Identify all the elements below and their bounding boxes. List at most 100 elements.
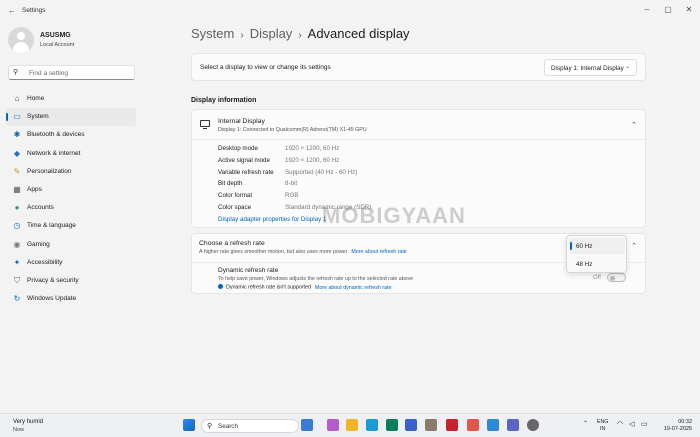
sidebar-item-accessibility[interactable]: ✦ Accessibility [6,254,136,272]
chevron-down-icon: ⌄ [624,64,630,70]
bluetooth-icon: ✱ [13,130,21,140]
sidebar-nav: ⌂ Home ▭ System ✱ Bluetooth & devices ◆ Network… [6,90,136,308]
sidebar-item-label: Apps [27,185,42,193]
settings-icon[interactable] [527,419,539,431]
sidebar-item-label: Bluetooth & devices [27,131,85,139]
dynamic-refresh-toggle[interactable] [607,273,626,282]
watermark: MOBIGYAAN [322,203,466,228]
more-about-refresh-rate-link[interactable]: More about refresh rate [351,249,406,255]
windows-update-icon: ↻ [13,294,21,304]
info-key: Color format [218,192,253,200]
refresh-option-48hz[interactable]: 48 Hz [569,256,625,272]
search-icon: ⚲ [13,69,19,76]
sidebar-item-home[interactable]: ⌂ Home [6,90,136,108]
chevron-up-icon[interactable]: ⌃ [631,121,637,129]
sidebar-item-windows-update[interactable]: ↻ Windows Update [6,290,136,308]
time-language-icon: ◷ [13,221,21,231]
search-icon: ⚲ [207,422,213,430]
breadcrumb: System › Display › Advanced display [191,26,410,41]
search-placeholder: Find a setting [29,69,69,77]
app-icon-8[interactable] [507,419,519,431]
wifi-icon[interactable]: ◠ [617,420,623,428]
sidebar-item-label: Privacy & security [27,276,79,284]
info-key: Variable refresh rate [218,168,274,176]
weather-time: Now [13,427,25,433]
taskbar-search-label: Search [218,423,238,430]
display-select-value: Display 1: Internal Display [551,64,624,72]
section-title-display-information: Display information [191,97,257,104]
info-value: 8-bit [285,180,298,188]
sidebar-item-apps[interactable]: ▦ Apps [6,181,136,199]
app-icon-4[interactable] [405,419,417,431]
sidebar-item-privacy-security[interactable]: ⛉ Privacy & security [6,272,136,290]
breadcrumb-display[interactable]: Display [250,26,293,41]
taskbar-search[interactable]: ⚲ Search [201,419,299,433]
back-arrow-icon[interactable]: ← [8,6,16,15]
breadcrumb-separator-icon: › [298,30,302,41]
profile-account-type: Local Account [40,42,75,48]
display-select-dropdown[interactable]: Display 1: Internal Display ⌄ [544,59,637,76]
dynamic-refresh-rate-title: Dynamic refresh rate [218,267,279,274]
copilot-icon[interactable] [327,419,339,431]
file-explorer-icon[interactable] [346,419,358,431]
sidebar-item-network-internet[interactable]: ◆ Network & internet [6,145,136,163]
sidebar-item-label: Time & language [27,222,76,230]
refresh-rate-dropdown: 60 Hz 48 Hz [566,235,627,273]
sidebar-item-system[interactable]: ▭ System [6,108,136,127]
sidebar-item-label: Network & internet [27,149,81,157]
breadcrumb-system[interactable]: System [191,26,234,41]
info-value: 1920 × 1200, 60 Hz [285,156,340,164]
refresh-rate-description: A higher rate gives smoother motion, but… [199,249,348,255]
sidebar-item-gaming[interactable]: ◉ Gaming [6,236,136,254]
app-icon-5[interactable] [425,419,437,431]
app-icon-7[interactable] [487,419,499,431]
sidebar-item-bluetooth-devices[interactable]: ✱ Bluetooth & devices [6,126,136,144]
volume-icon[interactable]: ◁ [629,420,634,428]
sidebar-item-label: Accounts [27,204,54,212]
sidebar-item-label: Windows Update [27,295,77,303]
search-input[interactable]: ⚲ Find a setting [8,65,135,80]
mcafee-icon[interactable] [446,419,458,431]
chevron-up-icon[interactable]: ⌃ [583,420,588,427]
battery-icon[interactable]: ▭ [641,420,648,428]
language-indicator[interactable]: ENG IN [597,419,608,433]
info-icon [218,284,223,289]
display-adapter-properties-link[interactable]: Display adapter properties for Display 1 [218,216,326,223]
sidebar-item-personalization[interactable]: ✎ Personalization [6,163,136,181]
display-connection: Display 1: Connected to Qualcomm(R) Adre… [218,127,367,133]
edge-icon[interactable] [366,419,378,431]
info-value: 1920 × 1200, 60 Hz [285,145,340,152]
sidebar-item-time-language[interactable]: ◷ Time & language [6,217,136,235]
accessibility-icon: ✦ [13,257,21,267]
sidebar-item-accounts[interactable]: ● Accounts [6,199,136,217]
page-title: Advanced display [307,26,410,41]
chevron-up-icon[interactable]: ⌃ [631,242,637,250]
info-key: Active signal mode [218,156,270,164]
display-information-header[interactable]: Internal Display Display 1: Connected to… [192,110,645,140]
refresh-rate-subtitle: A higher rate gives smoother motion, but… [199,249,407,255]
title-bar: ← Settings – ▢ ✕ [0,0,700,24]
minimize-icon[interactable]: – [640,4,654,16]
monitor-icon [200,120,210,129]
maximize-icon[interactable]: ▢ [661,4,675,16]
sidebar-item-label: Gaming [27,240,50,248]
privacy-shield-icon: ⛉ [14,275,20,285]
more-about-dynamic-refresh-link[interactable]: More about dynamic refresh rate [315,285,392,291]
network-icon: ◆ [13,148,21,158]
info-value: RGB [285,192,299,200]
app-icon-3[interactable] [386,419,398,431]
close-icon[interactable]: ✕ [682,4,696,16]
info-value: Supported (40 Hz - 60 Hz) [285,168,358,176]
profile-name: ASUSMG [40,32,71,39]
apps-icon: ▦ [13,184,21,194]
profile[interactable]: ASUSMG Local Account [8,27,138,53]
sidebar-item-label: System [27,113,49,121]
clock[interactable]: 00:32 19-07-2025 [658,419,692,433]
sidebar-item-label: Personalization [27,167,72,175]
app-icon-2[interactable] [301,419,313,431]
app-icon-6[interactable] [467,419,479,431]
info-key: Bit depth [218,180,243,188]
start-icon[interactable] [183,419,195,431]
refresh-option-60hz[interactable]: 60 Hz [569,238,625,254]
refresh-rate-title: Choose a refresh rate [199,240,265,247]
